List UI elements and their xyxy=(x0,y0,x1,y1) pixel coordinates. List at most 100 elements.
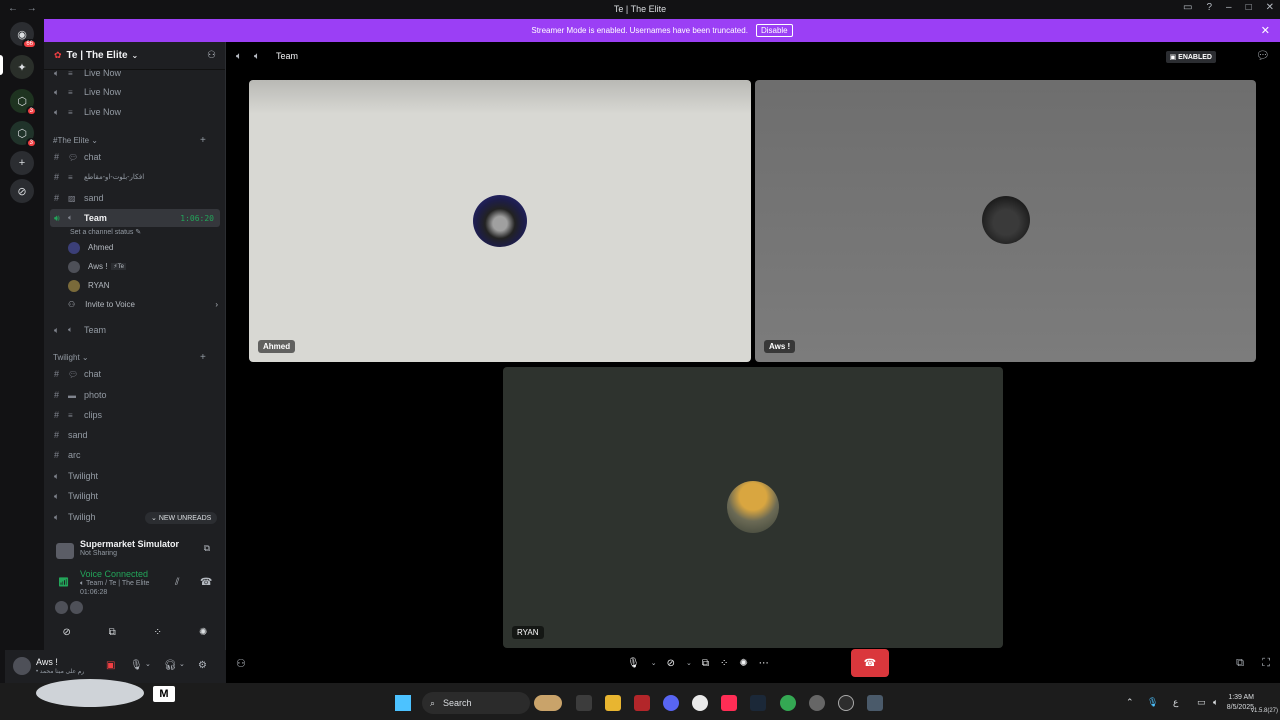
windows-start-icon[interactable] xyxy=(395,695,411,711)
channel-team-2[interactable]: 🔈︎ 🔈︎ Team xyxy=(50,321,220,339)
soundboard-icon[interactable]: ✺ xyxy=(185,622,221,642)
voice-connected-label[interactable]: Voice Connected xyxy=(80,569,148,579)
voice-user-ahmed[interactable]: Ahmed xyxy=(68,239,113,256)
pencil-icon: ✎ xyxy=(135,229,142,236)
camera-off-icon[interactable]: ⊘ xyxy=(667,658,675,669)
media-player-icon[interactable] xyxy=(838,695,854,711)
username[interactable]: Aws ! xyxy=(36,657,58,667)
add-member-icon[interactable]: ⚇ xyxy=(207,50,216,61)
settings-gear-icon[interactable]: ⚙ xyxy=(198,660,207,671)
tray-mic-icon[interactable]: 🎙︎ xyxy=(1147,697,1158,708)
signal-icon[interactable]: 📶︎ xyxy=(58,577,69,588)
maximize-icon[interactable]: □ xyxy=(1246,2,1252,13)
inbox-icon[interactable]: ▭ xyxy=(1183,2,1192,13)
minimize-icon[interactable]: – xyxy=(1226,2,1232,13)
widget-icon[interactable] xyxy=(534,695,562,711)
channel-live-now-3[interactable]: 🔈︎ ≡ Live Now xyxy=(50,103,220,121)
channel-tw-voice-2[interactable]: 🔈︎ Twilight xyxy=(50,487,220,505)
close-banner-icon[interactable]: ✕ xyxy=(1261,24,1270,37)
help-icon[interactable]: ? xyxy=(1206,2,1212,13)
category-twilight[interactable]: Twilight ⌄ + xyxy=(53,352,206,363)
channel-status-line[interactable]: Set a channel status ✎ xyxy=(70,228,141,236)
discover-icon[interactable]: ⊘ xyxy=(10,179,34,203)
activities-icon[interactable]: ⁘ xyxy=(720,658,728,669)
channel-team-active[interactable]: 🔊︎ 🔈︎ Team 1:06:20 xyxy=(50,209,220,227)
steam-icon[interactable] xyxy=(750,695,766,711)
camera-off-icon[interactable]: ⊘ xyxy=(49,622,85,642)
image-icon: ▨ xyxy=(68,193,76,203)
mic-options-chevron-icon[interactable]: ⌄ xyxy=(651,659,657,667)
chrome-icon[interactable] xyxy=(780,695,796,711)
share-screen-icon[interactable]: ⧉ xyxy=(204,543,210,554)
channel-tw-voice-1[interactable]: 🔈︎ Twilight xyxy=(50,467,220,485)
tray-chevron-icon[interactable]: ⌃ xyxy=(1126,697,1134,708)
channel-tw-chat[interactable]: # 💬︎ chat xyxy=(50,365,220,383)
volume-icon[interactable]: 🔈︎ xyxy=(1213,697,1218,708)
channel-ideas[interactable]: # ≡ افكار-بلوت-او-مقاطع xyxy=(50,168,220,186)
app-icon-gray[interactable] xyxy=(809,695,825,711)
activities-icon[interactable]: ⁘ xyxy=(140,622,176,642)
invite-to-voice[interactable]: ⚇ Invite to Voice › xyxy=(68,296,218,313)
desktop-m-icon[interactable]: M xyxy=(153,686,175,702)
app-icon-white[interactable] xyxy=(692,695,708,711)
new-unreads-pill[interactable]: ⌄ NEW UNREADS xyxy=(145,512,218,524)
camera-options-chevron-icon[interactable]: ⌄ xyxy=(686,659,692,667)
channel-tw-photo[interactable]: # ▬ photo xyxy=(50,386,220,404)
disconnect-icon[interactable]: ☎ xyxy=(200,577,212,588)
server-icon-folder-2[interactable]: ⬡ 3 xyxy=(10,121,37,148)
network-icon[interactable]: ▭ xyxy=(1197,697,1206,708)
input-language[interactable]: ع xyxy=(1173,697,1178,708)
channel-live-now-2[interactable]: 🔈︎ ≡ Live Now xyxy=(50,83,220,101)
app-icon-red[interactable] xyxy=(634,695,650,711)
discord-icon[interactable] xyxy=(663,695,679,711)
channel-chat[interactable]: # 💬︎ chat xyxy=(50,148,220,166)
soundboard-icon[interactable]: ✺ xyxy=(739,658,747,669)
taskbar-clock[interactable]: 1:39 AM 8/5/2025 xyxy=(1227,693,1254,713)
leave-call-button[interactable]: ☎ xyxy=(851,649,889,677)
channel-sand[interactable]: # ▨ sand xyxy=(50,189,220,207)
channel-live-now-1[interactable]: 🔈︎ ≡ Live Now xyxy=(50,64,220,82)
streamer-enabled-badge[interactable]: ▣ ENABLED xyxy=(1165,51,1216,63)
voice-location[interactable]: 🔈︎ Team / Te | The Elite xyxy=(80,580,149,588)
video-tile-ryan[interactable]: RYAN xyxy=(503,367,1003,648)
channel-tw-arc[interactable]: # arc xyxy=(50,446,220,464)
clock-time: 1:39 AM xyxy=(1228,694,1254,701)
screen-share-icon[interactable]: ⧉ xyxy=(702,658,709,669)
voice-user-ryan[interactable]: RYAN xyxy=(68,277,110,294)
avatar[interactable] xyxy=(13,657,31,675)
headphones-icon[interactable]: 🎧︎ xyxy=(164,660,177,671)
app-icon-building[interactable] xyxy=(867,695,883,711)
invite-label: Invite to Voice xyxy=(85,300,135,309)
close-window-icon[interactable]: ✕ xyxy=(1266,2,1274,13)
server-icon-elite[interactable]: ✦ xyxy=(10,55,34,79)
more-options-icon[interactable]: ⋯ xyxy=(759,658,769,669)
voice-user-aws[interactable]: Aws ! ⚡Te xyxy=(68,258,126,275)
headphones-chevron-icon[interactable]: ⌄ xyxy=(179,660,185,668)
category-the-elite[interactable]: #The Elite ⌄ + xyxy=(53,135,206,146)
file-explorer-icon[interactable] xyxy=(605,695,621,711)
tiktok-icon[interactable] xyxy=(721,695,737,711)
stream-icon[interactable]: ▣ xyxy=(106,660,115,671)
taskbar-search[interactable]: ⌕ Search xyxy=(422,692,530,714)
invite-user-icon[interactable]: ⚇ xyxy=(236,657,246,670)
microphone-icon[interactable]: 🎙︎ xyxy=(130,660,143,671)
video-tile-ahmed[interactable]: Ahmed xyxy=(249,80,751,362)
server-icon-folder-1[interactable]: ⬡ 3 xyxy=(10,89,37,116)
noise-suppression-icon[interactable]: ⫽ xyxy=(175,577,179,588)
create-channel-icon[interactable]: + xyxy=(200,135,206,146)
task-view-icon[interactable] xyxy=(576,695,592,711)
popout-icon[interactable]: ⧉ xyxy=(1236,657,1244,670)
channel-tw-sand[interactable]: # sand xyxy=(50,426,220,444)
add-server-icon[interactable]: + xyxy=(10,151,34,175)
chat-bubble-icon[interactable]: 💬︎ xyxy=(1256,49,1270,62)
microphone-icon[interactable]: 🎙︎ xyxy=(627,658,640,669)
home-icon[interactable]: ◉ 66 xyxy=(10,22,37,49)
channel-tw-clips[interactable]: # ≡ clips xyxy=(50,406,220,424)
call-timer: 1:06:20 xyxy=(180,213,214,223)
screen-share-icon[interactable]: ⧉ xyxy=(94,622,130,642)
video-tile-aws[interactable]: Aws ! xyxy=(755,80,1256,362)
fullscreen-icon[interactable]: ⛶ xyxy=(1262,657,1270,670)
mic-chevron-icon[interactable]: ⌄ xyxy=(145,660,151,668)
create-channel-icon[interactable]: + xyxy=(200,352,206,363)
disable-streamer-button[interactable]: Disable xyxy=(755,24,793,37)
